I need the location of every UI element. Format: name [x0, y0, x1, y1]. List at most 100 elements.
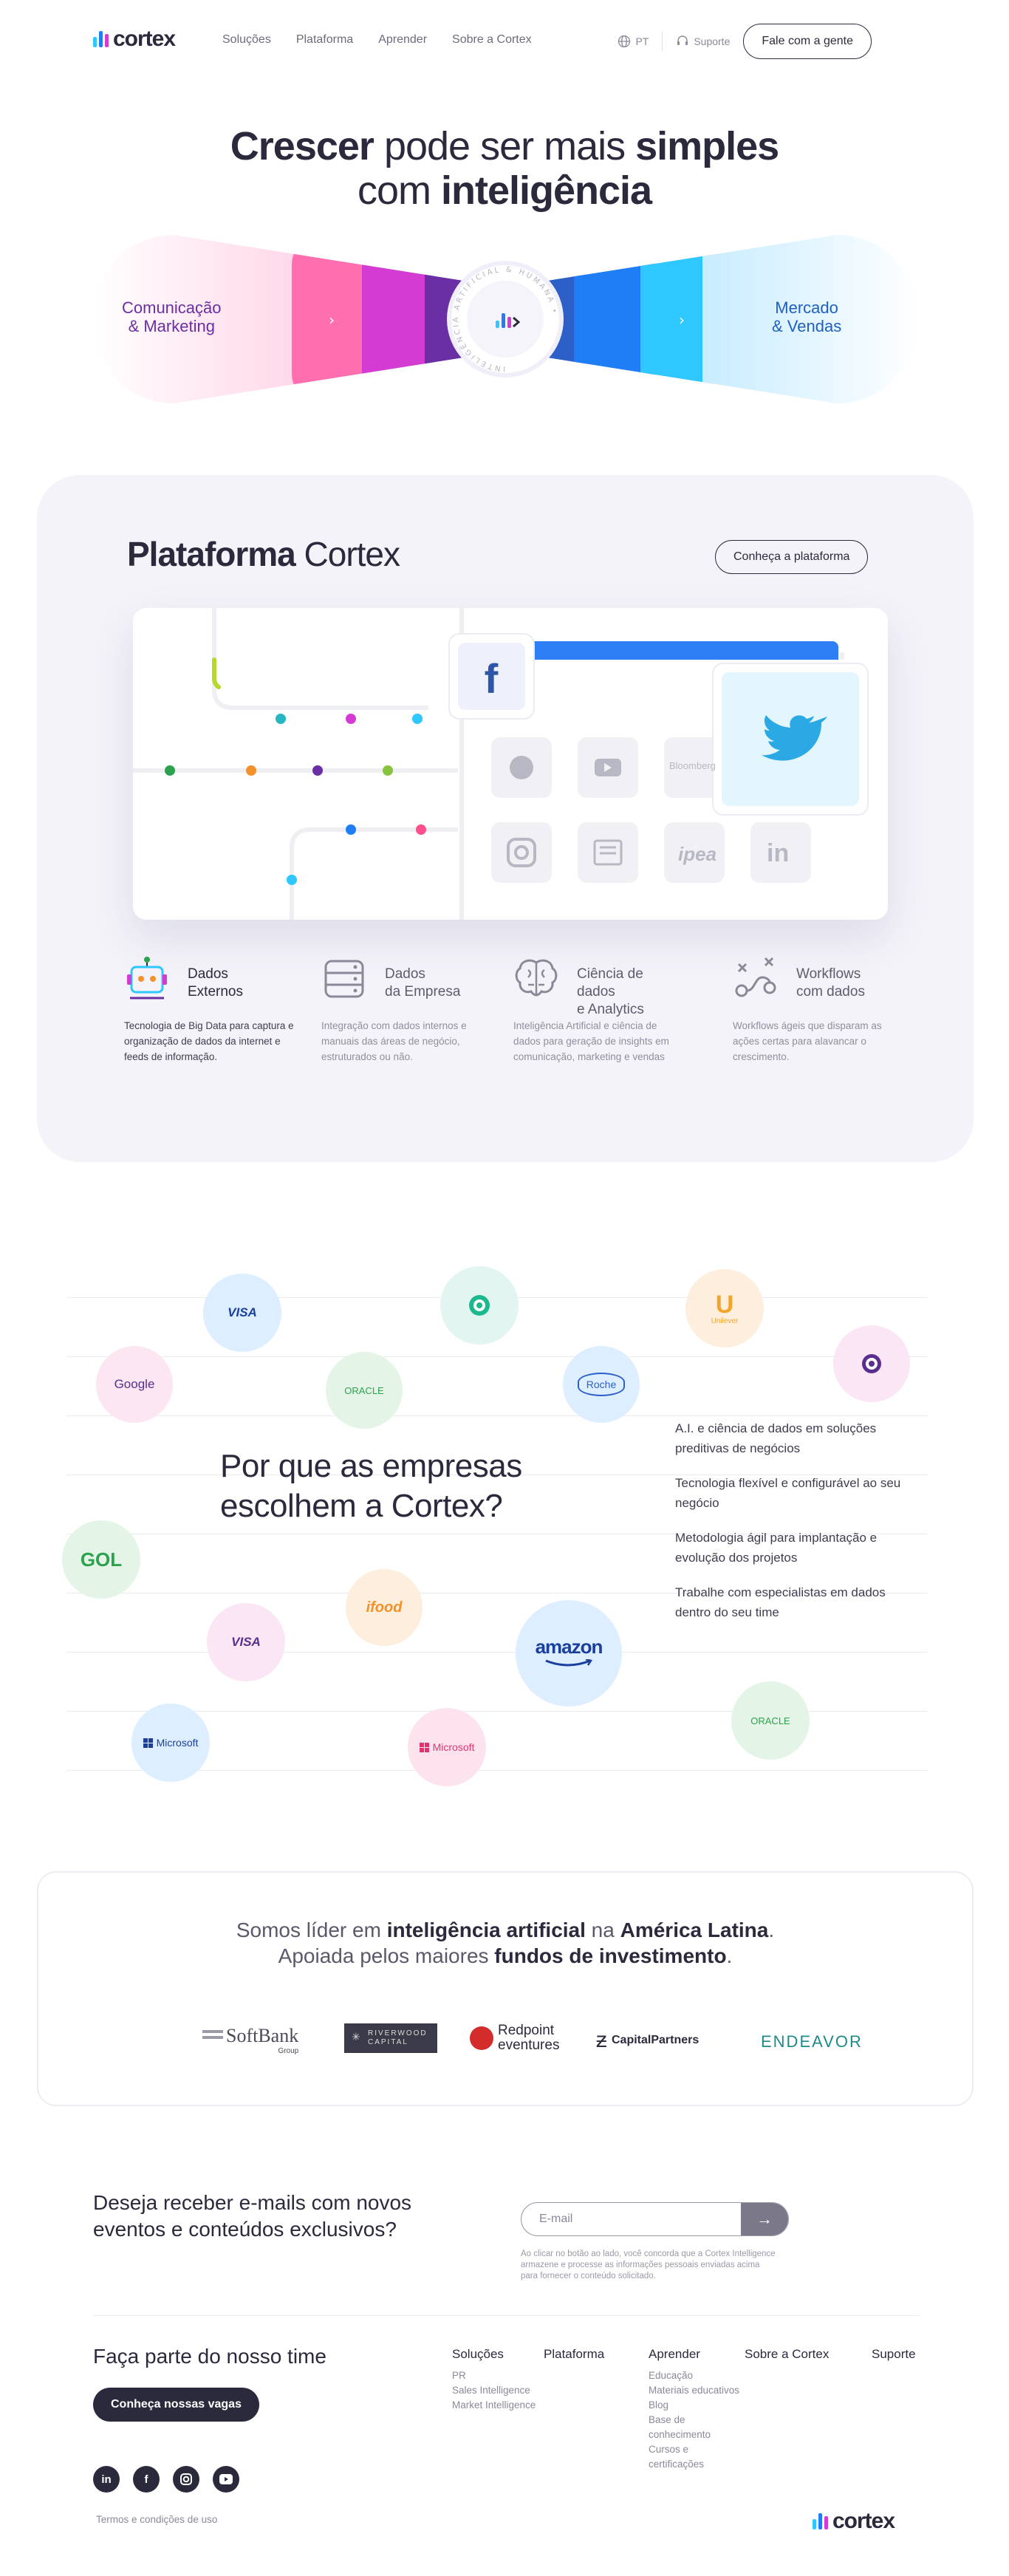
investors-section: Somos líder em inteligência artificial n… [37, 1871, 974, 2106]
join-team-title: Faça parte do nosso time [93, 2345, 326, 2368]
support-link[interactable]: Suporte [676, 35, 730, 48]
ifood-logo-bubble: ifood [346, 1569, 423, 1646]
footer-link[interactable]: Base de conhecimento [649, 2413, 745, 2442]
why-title-line1: Por que as empresas [220, 1448, 522, 1484]
why-title: Por que as empresas escolhem a Cortex? [220, 1446, 522, 1526]
newsletter-disclaimer: Ao clicar no botão ao lado, você concord… [521, 2249, 776, 2281]
softbank-group-text: Group [278, 2047, 299, 2055]
footer-link[interactable]: Cursos e certificações [649, 2442, 745, 2472]
footer-link[interactable]: Materiais educativos [649, 2383, 745, 2398]
hero-title: Crescer pode ser mais simples com inteli… [0, 124, 1009, 213]
visa-logo-bubble-2: VISA [207, 1603, 285, 1681]
footer-col-title[interactable]: Sobre a Cortex [745, 2347, 872, 2362]
softbank-logo: SoftBank Group [202, 2025, 298, 2055]
microsoft-logo-bubble: Microsoft [131, 1704, 210, 1782]
inv-text-bold: inteligência artificial [386, 1919, 586, 1941]
why-title-line2: escolhem a Cortex? [220, 1488, 503, 1524]
microsoft-logo-text: Microsoft [432, 1741, 475, 1753]
ipea-logo: ipea [678, 843, 717, 865]
footer-link[interactable]: Market Intelligence [452, 2398, 544, 2413]
platform-title-bold: Plataforma [127, 535, 296, 573]
submit-email-button[interactable]: → [741, 2203, 788, 2235]
newsletter-question: Deseja receber e-mails com novos eventos… [93, 2190, 411, 2243]
footer-cortex-logo[interactable]: cortex [813, 2509, 895, 2534]
feature-title: Dados [188, 966, 228, 982]
logo-bars-icon [93, 31, 109, 47]
terms-link[interactable]: Termos e condições de uso [96, 2514, 217, 2525]
footer-columns: Soluções PR Sales Intelligence Market In… [452, 2347, 916, 2472]
riverwood-logo: ✳ RIVERWOOD CAPITAL [344, 2023, 437, 2053]
nav-item-sobre[interactable]: Sobre a Cortex [452, 33, 532, 47]
cortex-logo[interactable]: cortex [93, 27, 176, 52]
jobs-button[interactable]: Conheça nossas vagas [93, 2388, 259, 2422]
footer-col-plataforma: Plataforma [544, 2347, 649, 2472]
feature-data-science: Ciência de dados e Analytics Inteligência… [513, 955, 685, 1065]
footer-col-solucoes: Soluções PR Sales Intelligence Market In… [452, 2347, 544, 2472]
contact-button[interactable]: Fale com a gente [743, 24, 872, 59]
investors-statement: Somos líder em inteligência artificial n… [38, 1917, 972, 1969]
support-label: Suporte [694, 35, 731, 47]
nav-item-solucoes[interactable]: Soluções [222, 33, 271, 47]
instagram-icon[interactable] [173, 2466, 199, 2493]
email-input[interactable] [521, 2203, 741, 2235]
left-funnel-label: Comunicação & Marketing [122, 298, 222, 335]
linkedin-icon[interactable]: in [93, 2466, 120, 2493]
platform-title: Plataforma Cortex [127, 534, 400, 574]
oracle-logo-bubble: ORACLE [326, 1352, 403, 1429]
language-selector[interactable]: PT [618, 35, 649, 48]
footer-col-title[interactable]: Suporte [872, 2347, 916, 2362]
reason-item: Metodologia ágil para implantação e evol… [675, 1531, 878, 1565]
footer-link[interactable]: PR [452, 2368, 544, 2383]
platform-section: Plataforma Cortex Conheça a plataforma f… [37, 475, 974, 1162]
facebook-icon[interactable]: f [133, 2466, 160, 2493]
right-label-line2: & Vendas [772, 317, 842, 335]
footer-col-title[interactable]: Soluções [452, 2347, 544, 2362]
feature-text: Integração com dados internos e manuais … [321, 1020, 467, 1062]
main-nav: Soluções Plataforma Aprender Sobre a Cor… [222, 33, 532, 47]
endeavor-logo: ENDEAVOR [761, 2032, 863, 2051]
feature-title: Externos [188, 984, 243, 1000]
unilever-logo-text: Unilever [711, 1316, 739, 1325]
nav-item-aprender[interactable]: Aprender [378, 33, 427, 47]
logo-text: cortex [832, 2509, 895, 2533]
inv-text: na [585, 1919, 620, 1941]
platform-illustration-card: f Bloomberg ipea in [133, 608, 888, 920]
inv-text-bold: fundos de investimento [494, 1944, 727, 1967]
reasons-list: A.I. e ciência de dados em soluções pred… [675, 1418, 919, 1637]
amazon-smile-icon [545, 1658, 592, 1666]
footer-link[interactable]: Educação [649, 2368, 745, 2383]
ring-text: INTELIGÊNCIA ARTIFICIAL & HUMANA • [452, 266, 556, 372]
feature-title: Dados [385, 966, 425, 982]
microsoft-logo-text: Microsoft [156, 1737, 199, 1749]
logo-text: cortex [113, 27, 176, 51]
client-logo-bubble [440, 1266, 519, 1345]
right-funnel-label: Mercado & Vendas [772, 298, 841, 335]
language-label: PT [635, 35, 649, 47]
visa-logo-bubble: VISA [203, 1274, 281, 1352]
capital-partners-logo: ƶ CapitalPartners [596, 2028, 699, 2053]
riverwood-capital-text: CAPITAL [368, 2038, 408, 2046]
inv-text: . [726, 1944, 733, 1967]
hero-title-bold-1: Crescer [230, 124, 374, 168]
newsletter-form: → [521, 2202, 789, 2236]
client-logo-bubble [833, 1325, 910, 1402]
left-label-line2: & Marketing [128, 317, 215, 335]
divider-line [66, 1415, 927, 1416]
footer-col-title[interactable]: Aprender [649, 2347, 745, 2362]
inv-text: Somos líder em [236, 1919, 387, 1941]
footer-col-title[interactable]: Plataforma [544, 2347, 649, 2362]
feature-title: Ciência de dados [577, 966, 643, 1000]
hero-title-bold-2: simples [635, 124, 779, 168]
reason-item: A.I. e ciência de dados em soluções pred… [675, 1421, 877, 1455]
footer-link[interactable]: Sales Intelligence [452, 2383, 544, 2398]
social-links: in f [93, 2466, 239, 2493]
nav-item-plataforma[interactable]: Plataforma [296, 33, 353, 47]
bloomberg-logo: Bloomberg [669, 760, 716, 771]
youtube-icon[interactable] [213, 2466, 239, 2493]
right-label-line1: Mercado [775, 298, 838, 317]
data-flow-graphic: f [133, 608, 869, 920]
platform-button[interactable]: Conheça a plataforma [715, 540, 869, 574]
footer-link[interactable]: Blog [649, 2398, 745, 2413]
logo-bars-icon [813, 2513, 828, 2529]
ring-logo-icon [469, 1295, 490, 1316]
